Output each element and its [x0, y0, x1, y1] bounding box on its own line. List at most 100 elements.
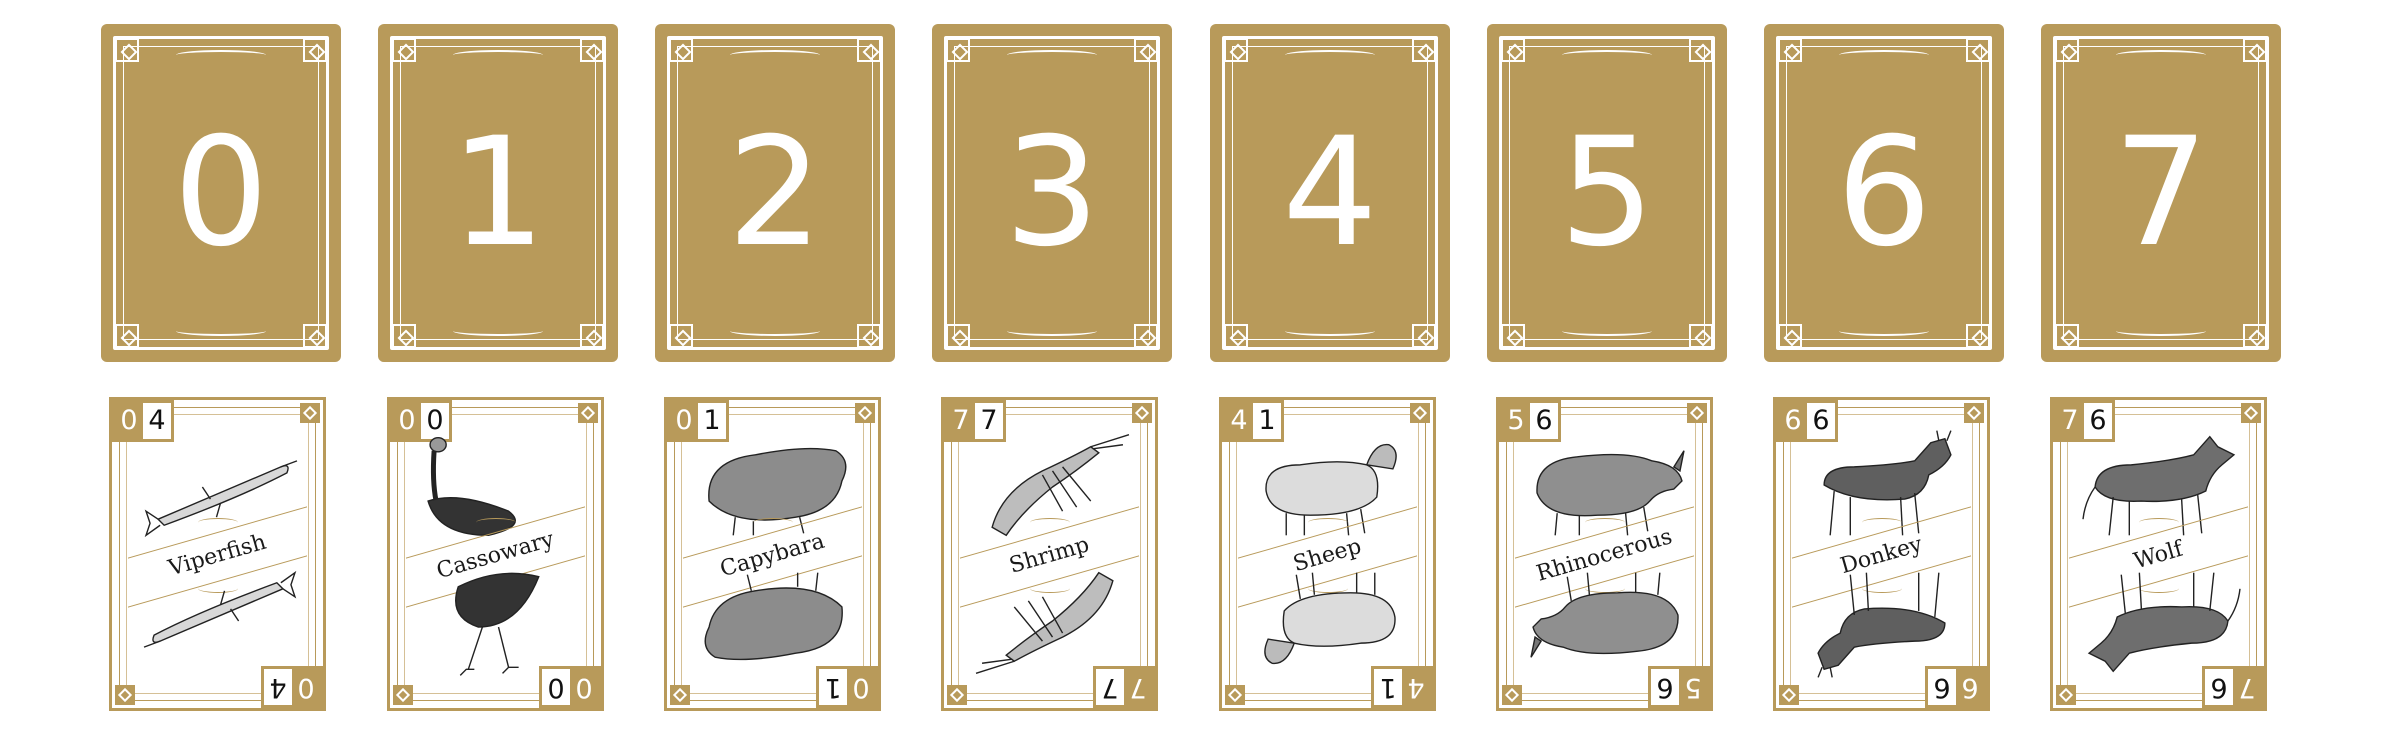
card-index-first: 7 [947, 403, 975, 439]
card-index-second: 6 [1928, 669, 1956, 705]
card-back-5[interactable]: 5 [1487, 24, 1727, 362]
card-sheep[interactable]: 41 Sheep 41 [1219, 397, 1436, 711]
shrimp-icon [972, 566, 1133, 678]
flourish-icon [1584, 518, 1625, 527]
ornament-icon [857, 38, 881, 62]
flourish-icon [197, 518, 238, 527]
card-index-first: 4 [1225, 403, 1253, 439]
card-index-first: 0 [670, 403, 698, 439]
card-back-number: 4 [1282, 106, 1378, 280]
ornament-icon [1134, 324, 1158, 348]
card-index-second: 1 [1374, 669, 1402, 705]
card-back-number: 5 [1559, 106, 1655, 280]
ornament-icon [1966, 38, 1990, 62]
ornament-icon [2055, 324, 2079, 348]
card-index-second: 0 [542, 669, 570, 705]
ornament-icon [855, 403, 875, 423]
card-index-bottom: 04 [261, 666, 323, 708]
ornament-icon [1502, 685, 1522, 705]
flourish-icon [2116, 50, 2206, 60]
ornament-icon [2241, 403, 2261, 423]
card-index-bottom: 76 [2202, 666, 2264, 708]
ornament-icon [1501, 324, 1525, 348]
ornament-icon [1410, 403, 1430, 423]
card-index-bottom: 01 [816, 666, 878, 708]
ornament-icon [580, 38, 604, 62]
ornament-icon [1778, 324, 1802, 348]
card-index-second: 4 [264, 669, 292, 705]
card-back-number: 3 [1004, 106, 1100, 280]
card-back-number: 7 [2113, 106, 2209, 280]
ornament-icon [580, 324, 604, 348]
ornament-icon [1964, 403, 1984, 423]
cassowary-icon [418, 566, 579, 678]
card-index-second: 6 [1651, 669, 1679, 705]
ornament-icon [1501, 38, 1525, 62]
card-back-1[interactable]: 1 [378, 24, 618, 362]
card-index-first: 7 [1124, 669, 1152, 705]
flourish-icon [1285, 326, 1375, 336]
flourish-icon [1007, 50, 1097, 60]
ornament-icon [1687, 403, 1707, 423]
flourish-icon [475, 518, 516, 527]
card-back-number: 2 [727, 106, 823, 280]
flourish-icon [176, 326, 266, 336]
card-back-6[interactable]: 6 [1764, 24, 2004, 362]
ornament-icon [578, 403, 598, 423]
card-shrimp[interactable]: 77 Shrimp 77 [941, 397, 1158, 711]
flourish-icon [2138, 518, 2179, 527]
ornament-icon [115, 38, 139, 62]
card-faces-row: 04 Viperfish 04 00 Cassowary 00 01 Capyb… [0, 397, 2388, 717]
ornament-icon [947, 685, 967, 705]
ornament-icon [670, 685, 690, 705]
card-back-2[interactable]: 2 [655, 24, 895, 362]
card-back-7[interactable]: 7 [2041, 24, 2281, 362]
ornament-icon [2055, 38, 2079, 62]
card-rhinoceros[interactable]: 56 Rhinocerous 56 [1496, 397, 1713, 711]
card-viperfish[interactable]: 04 Viperfish 04 [109, 397, 326, 711]
card-donkey[interactable]: 66 Donkey 66 [1773, 397, 1990, 711]
card-index-first: 0 [292, 669, 320, 705]
card-back-0[interactable]: 0 [101, 24, 341, 362]
card-wolf[interactable]: 76 Wolf 76 [2050, 397, 2267, 711]
card-index-first: 0 [847, 669, 875, 705]
ornament-icon [1224, 324, 1248, 348]
card-backs-row: 0 1 2 3 4 5 6 7 [0, 24, 2388, 364]
ornament-icon [1689, 38, 1713, 62]
viperfish-icon [140, 566, 301, 678]
ornament-icon [1134, 38, 1158, 62]
card-index-first: 6 [1956, 669, 1984, 705]
ornament-icon [1779, 685, 1799, 705]
card-back-3[interactable]: 3 [932, 24, 1172, 362]
card-back-number: 1 [450, 106, 546, 280]
ornament-icon [1778, 38, 1802, 62]
flourish-icon [176, 50, 266, 60]
card-cassowary[interactable]: 00 Cassowary 00 [387, 397, 604, 711]
card-index-bottom: 77 [1093, 666, 1155, 708]
card-index-first: 0 [570, 669, 598, 705]
flourish-icon [752, 518, 793, 527]
ornament-icon [946, 38, 970, 62]
ornament-icon [392, 324, 416, 348]
flourish-icon [2116, 326, 2206, 336]
card-index-first: 6 [1779, 403, 1807, 439]
card-index-first: 7 [2056, 403, 2084, 439]
card-index-bottom: 41 [1371, 666, 1433, 708]
ornament-icon [1966, 324, 1990, 348]
card-capybara[interactable]: 01 Capybara 01 [664, 397, 881, 711]
card-back-number: 6 [1836, 106, 1932, 280]
card-index-second: 1 [819, 669, 847, 705]
card-back-4[interactable]: 4 [1210, 24, 1450, 362]
ornament-icon [2056, 685, 2076, 705]
card-index-bottom: 66 [1925, 666, 1987, 708]
ornament-icon [115, 685, 135, 705]
ornament-icon [303, 324, 327, 348]
card-index-first: 0 [115, 403, 143, 439]
ornament-icon [1225, 685, 1245, 705]
card-index-second: 7 [1096, 669, 1124, 705]
flourish-icon [730, 326, 820, 336]
flourish-icon [1285, 50, 1375, 60]
ornament-icon [303, 38, 327, 62]
flourish-icon [1562, 50, 1652, 60]
ornament-icon [1224, 38, 1248, 62]
